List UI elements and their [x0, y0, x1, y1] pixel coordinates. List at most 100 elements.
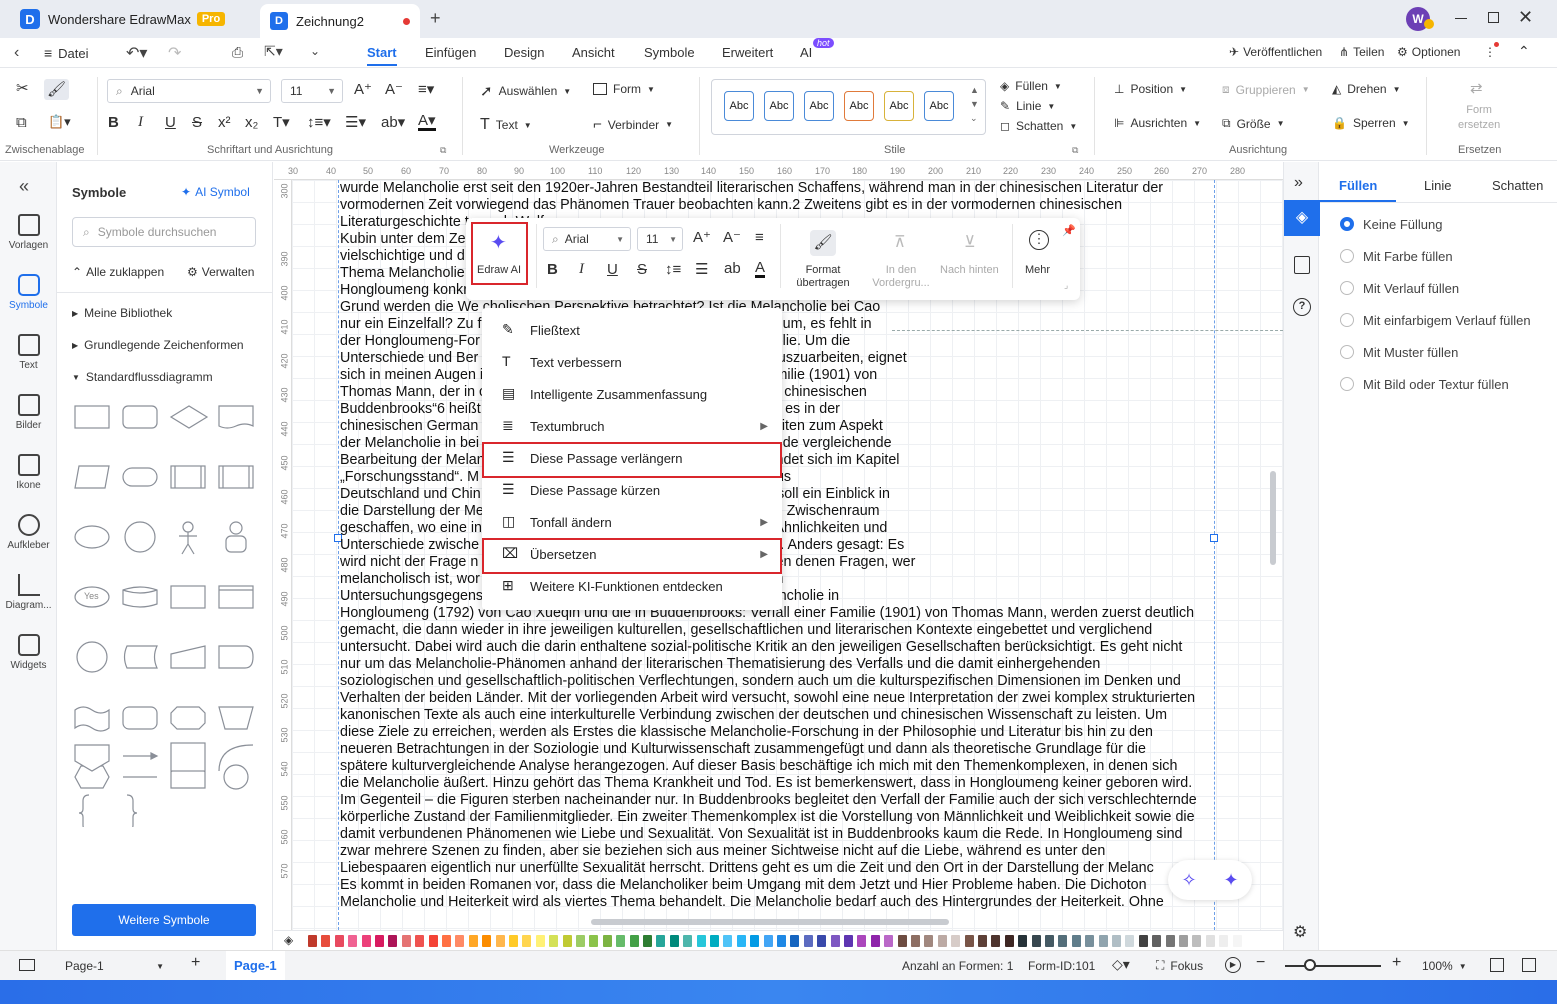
undo-button[interactable]: ↶▾ [126, 43, 147, 63]
color-swatch[interactable] [629, 935, 639, 947]
subscript-icon[interactable]: x₂ [245, 115, 258, 130]
collapse-right-panel-icon[interactable]: » [1294, 174, 1303, 192]
color-swatch[interactable] [468, 935, 478, 947]
tab-line[interactable]: Linie [1424, 178, 1451, 193]
color-swatch[interactable] [669, 935, 679, 947]
library-my[interactable]: ▶ Meine Bibliothek [72, 306, 172, 320]
collapse-panel-icon[interactable]: « [19, 176, 29, 197]
shape-rounded-rect[interactable] [122, 706, 158, 730]
fit-page-icon[interactable] [1490, 958, 1504, 972]
play-icon[interactable]: ▶ [1225, 957, 1241, 973]
color-swatch[interactable] [1192, 935, 1202, 947]
italic-icon[interactable]: I [138, 115, 143, 130]
color-swatch[interactable] [723, 935, 733, 947]
fill-option-none-radio[interactable] [1340, 217, 1354, 231]
form-tool-button[interactable]: Form ▼ [593, 82, 655, 96]
shape-stored-data[interactable] [123, 645, 158, 669]
focus-mode-button[interactable]: ⛶ Fokus [1156, 958, 1203, 973]
shape-person[interactable] [225, 521, 247, 553]
ai-symbol-button[interactable]: ✦ AI Symbol [181, 185, 250, 199]
more-button[interactable]: Mehr [1025, 264, 1050, 276]
color-swatch[interactable] [1071, 935, 1081, 947]
fill-option-image[interactable]: Mit Bild oder Textur füllen [1363, 377, 1509, 392]
shape-alternate-process[interactable] [122, 405, 158, 429]
format-transfer-button[interactable]: Format übertragen [792, 264, 854, 290]
shape-process[interactable] [74, 405, 110, 429]
copy-icon[interactable]: ⧉ [16, 115, 27, 130]
color-swatch[interactable] [937, 935, 947, 947]
style-gallery-scroll-icon[interactable]: ▲ ▼ ⌄ [970, 83, 979, 125]
zoom-out-button[interactable]: − [1256, 954, 1265, 972]
format-painter-icon[interactable]: 🖌 [44, 79, 70, 100]
style-preset-6[interactable]: Abc [924, 91, 954, 121]
connector-tool-button[interactable]: ⌐ Verbinder ▼ [593, 116, 673, 133]
manage-button[interactable]: ⚙ Verwalten [187, 265, 254, 279]
shape-connector-circle[interactable] [76, 641, 108, 673]
color-swatch[interactable] [1031, 935, 1041, 947]
color-swatch[interactable] [1004, 935, 1014, 947]
bullets-icon[interactable]: ☰ [695, 262, 708, 277]
rail-symbols[interactable]: Symbole [0, 274, 57, 311]
color-swatch[interactable] [991, 935, 1001, 947]
ai-menu-item-1[interactable]: ✎ Fließtext [482, 314, 782, 346]
close-window-button[interactable]: ✕ [1518, 7, 1533, 28]
shape-predefined-process[interactable] [170, 465, 206, 489]
font-color-icon[interactable]: A▾ [418, 113, 436, 131]
color-swatch[interactable] [602, 935, 612, 947]
shape-data[interactable] [74, 465, 110, 489]
layers-icon[interactable]: ◇▾ [1112, 956, 1130, 973]
ai-menu-item-7[interactable]: ◫ Tonfall ändern ▶ [482, 506, 782, 538]
color-swatch[interactable] [1058, 935, 1068, 947]
fullscreen-icon[interactable] [1522, 958, 1536, 972]
decrease-font-icon[interactable]: A⁻ [723, 230, 741, 245]
maximize-button[interactable] [1488, 12, 1499, 23]
menu-tab-symbols[interactable]: Symbole [644, 38, 695, 68]
paste-icon[interactable]: 📋▾ [48, 115, 71, 128]
color-swatch[interactable] [964, 935, 974, 947]
decrease-font-icon[interactable]: A⁻ [385, 82, 403, 97]
edraw-ai-button[interactable]: Edraw AI [477, 264, 521, 276]
color-swatch[interactable] [1098, 935, 1108, 947]
color-swatch[interactable] [924, 935, 934, 947]
rail-stickers[interactable]: Aufkleber [0, 514, 57, 551]
style-preset-4[interactable]: Abc [844, 91, 874, 121]
color-swatch[interactable] [710, 935, 719, 947]
color-swatch[interactable] [884, 935, 894, 947]
help-icon[interactable]: ? [1293, 298, 1311, 316]
fill-panel-icon[interactable]: ◈ [1284, 200, 1320, 236]
italic-icon[interactable]: I [579, 262, 584, 277]
shape-terminator[interactable] [122, 467, 158, 487]
color-swatch[interactable] [790, 935, 800, 947]
color-swatch[interactable] [683, 935, 693, 947]
rail-diagrams[interactable]: Diagram... [0, 574, 57, 611]
color-swatch[interactable] [1219, 935, 1229, 947]
collapse-ribbon-icon[interactable]: ⌃ [1518, 43, 1530, 60]
zoom-select[interactable]: 100% ▼ [1422, 959, 1467, 973]
color-swatch[interactable] [455, 935, 465, 947]
font-color-icon[interactable]: A [755, 260, 766, 278]
shape-manual-input[interactable] [170, 645, 206, 669]
bullets-icon[interactable]: ☰▾ [345, 115, 366, 130]
color-swatch[interactable] [1045, 935, 1054, 947]
ai-menu-item-3[interactable]: ▤ Intelligente Zusammenfassung [482, 378, 782, 410]
library-flowchart[interactable]: ▼ Standardflussdiagramm [72, 370, 213, 384]
shape-octagon[interactable] [170, 706, 206, 730]
color-swatch[interactable] [375, 935, 384, 947]
dialog-launcher-icon[interactable]: ⧉ [440, 146, 446, 155]
menu-tab-start[interactable]: Start [367, 38, 397, 68]
redo-button[interactable]: ↷ [168, 43, 181, 63]
color-swatch[interactable] [576, 935, 585, 947]
color-swatch[interactable] [334, 935, 344, 947]
color-swatch[interactable] [482, 935, 492, 947]
bold-icon[interactable]: B [108, 115, 119, 130]
menu-tab-view[interactable]: Ansicht [572, 38, 615, 68]
font-family-select[interactable]: ⌕ Arial ▼ [107, 79, 271, 103]
color-swatch[interactable] [388, 935, 398, 947]
shape-internal-storage[interactable] [218, 465, 254, 489]
back-icon[interactable]: ‹ [14, 44, 19, 62]
more-symbols-button[interactable]: Weitere Symbole [72, 904, 256, 936]
text-tool-button[interactable]: T Text ▼ [480, 116, 532, 134]
fill-bucket-icon[interactable]: ◈ [284, 933, 293, 947]
color-swatch[interactable] [509, 935, 518, 947]
color-swatch[interactable] [777, 935, 786, 947]
